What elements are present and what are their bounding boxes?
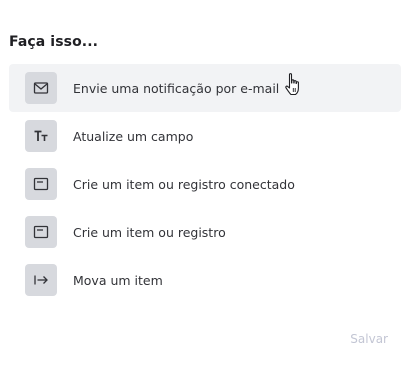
save-button[interactable]: Salvar: [350, 332, 388, 346]
action-item-update-field[interactable]: Atualize um campo: [9, 112, 401, 160]
action-label: Atualize um campo: [73, 128, 194, 144]
action-list: Envie uma notificação por e-mail Atualiz…: [9, 64, 401, 304]
action-label: Envie uma notificação por e-mail: [73, 80, 280, 96]
section-heading: Faça isso...: [9, 34, 99, 50]
action-label: Crie um item ou registro: [73, 224, 226, 240]
action-item-create-item[interactable]: Crie um item ou registro: [9, 208, 401, 256]
action-picker-panel: Faça isso... Envie uma notificação por e…: [0, 0, 410, 370]
action-item-move-item[interactable]: Mova um item: [9, 256, 401, 304]
text-format-icon: [25, 120, 57, 152]
action-item-email-notification[interactable]: Envie uma notificação por e-mail: [9, 64, 401, 112]
action-label: Mova um item: [73, 272, 163, 288]
action-label: Crie um item ou registro conectado: [73, 176, 295, 192]
hand-pointer-cursor-icon: [285, 73, 299, 96]
action-item-create-connected-item[interactable]: Crie um item ou registro conectado: [9, 160, 401, 208]
card-icon: [25, 216, 57, 248]
envelope-icon: [25, 72, 57, 104]
card-icon: [25, 168, 57, 200]
arrow-right-bar-icon: [25, 264, 57, 296]
